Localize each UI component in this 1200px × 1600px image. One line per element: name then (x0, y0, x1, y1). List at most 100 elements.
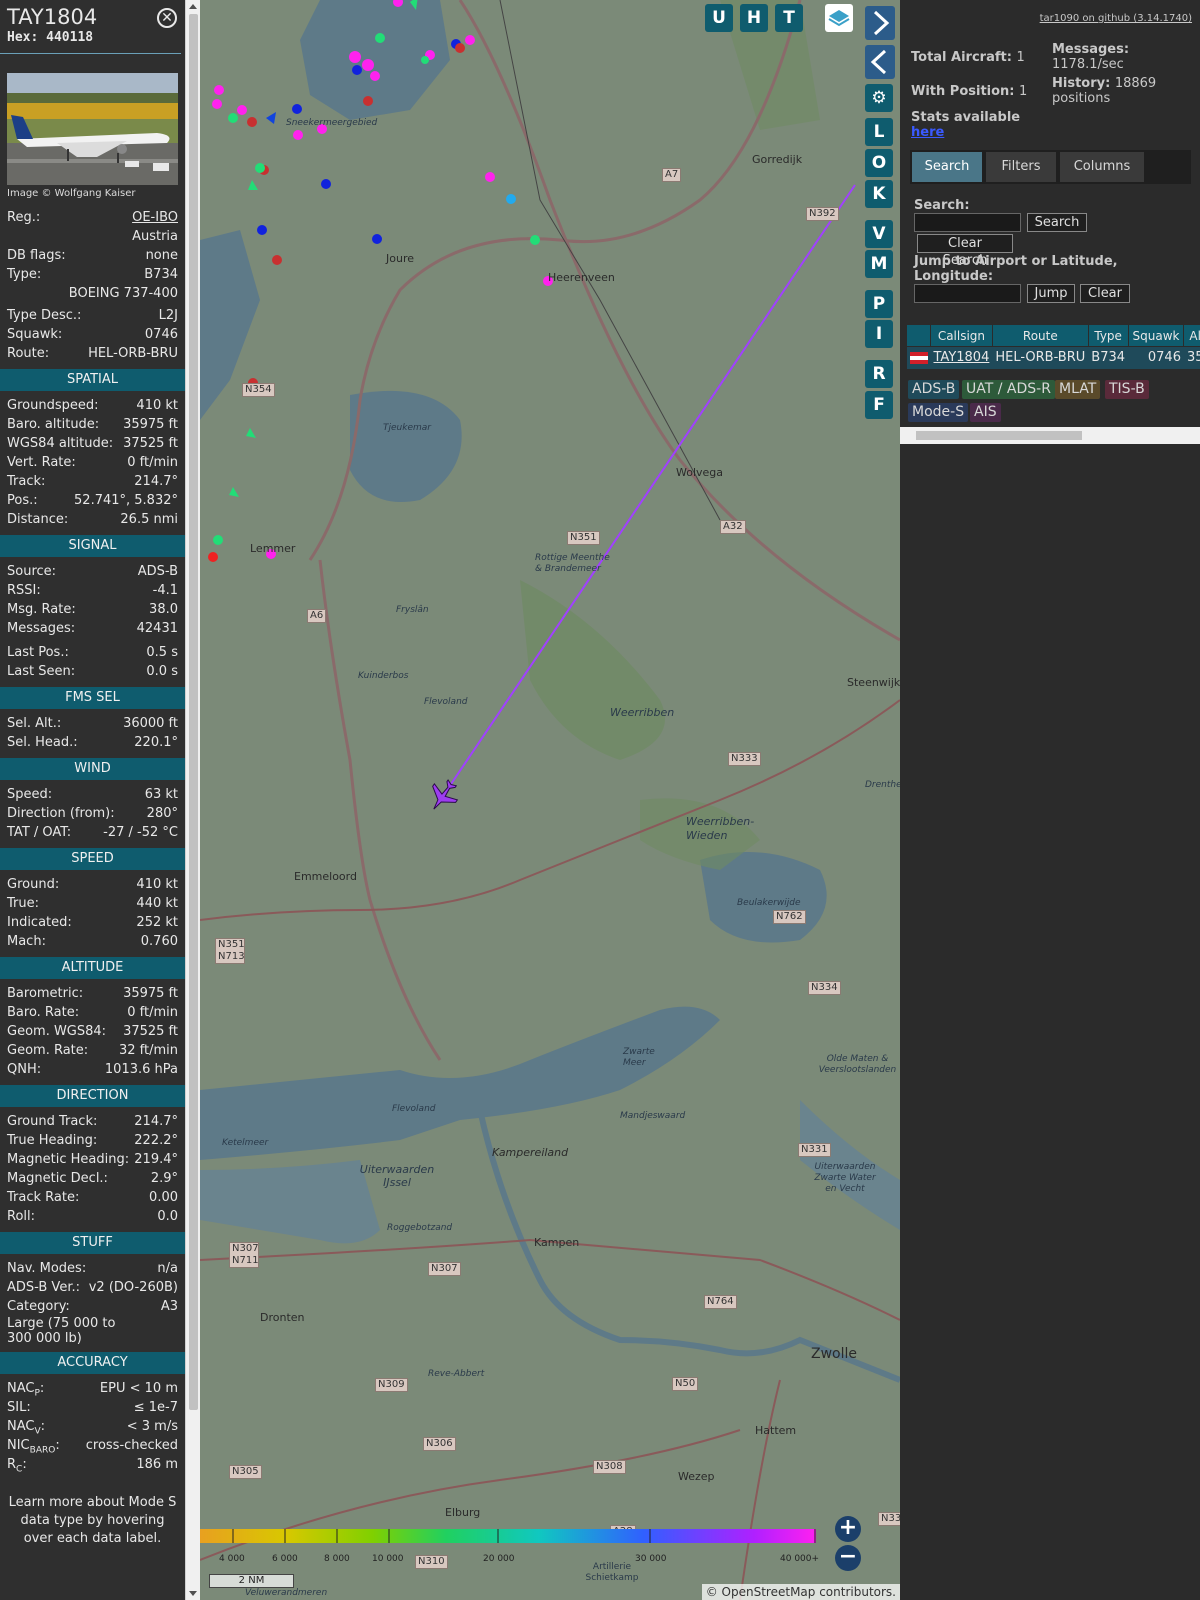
altitude-legend-label: 30 000 (635, 1554, 667, 1564)
stats-available-label: Stats available (911, 110, 1021, 125)
info-label: Geom. Rate: (7, 1043, 89, 1058)
source-badge-ais: AIS (970, 403, 1001, 422)
scrollbar-thumb[interactable] (189, 14, 198, 1410)
scroll-down-icon[interactable] (189, 1591, 197, 1596)
clear-search-button[interactable]: Clear Search (917, 234, 1013, 268)
info-label: Roll: (7, 1209, 36, 1224)
dbflags-row: DB flags: none (0, 246, 185, 265)
info-value: 36000 ft (123, 716, 178, 731)
search-button[interactable]: Search (1027, 213, 1087, 232)
col-flag[interactable] (906, 324, 931, 347)
row-callsign[interactable]: TAY1804 (930, 346, 993, 369)
table-row[interactable]: TAY1804 HEL-ORB-BRU B734 0746 359 (906, 346, 1200, 369)
aircraft-photo[interactable] (7, 73, 178, 185)
info-value: EPU < 10 m (99, 1381, 178, 1396)
zoom-out-button[interactable]: − (835, 1545, 861, 1571)
info-label: SIL: (7, 1400, 31, 1415)
col-squawk[interactable]: Squawk (1127, 324, 1185, 347)
info-row: ADS-B Ver.: v2 (DO-260B) (0, 1278, 185, 1297)
tab-search[interactable]: Search (912, 152, 982, 182)
info-label: Distance: (7, 512, 69, 527)
map-button-r[interactable]: R (865, 360, 893, 388)
col-type[interactable]: Type (1087, 324, 1129, 347)
expand-right-icon[interactable] (865, 6, 895, 40)
info-label: QNH: (7, 1062, 42, 1077)
place-label: Emmeloord (294, 870, 357, 883)
table-horizontal-scrollbar[interactable] (900, 427, 1200, 444)
selected-callsign: TAY1804 (7, 5, 98, 29)
sidebar-tabs: Search Filters Columns (910, 150, 1191, 184)
map-attribution[interactable]: © OpenStreetMap contributors. (701, 1584, 900, 1600)
map-button-f[interactable]: F (865, 391, 893, 419)
col-alt[interactable]: Alt. (1183, 324, 1200, 347)
road-shield: N308 (593, 1460, 626, 1474)
settings-gear-icon[interactable]: ⚙ (865, 84, 893, 112)
info-label: Ground: (7, 877, 60, 892)
area-label: Roggebotzand (387, 1223, 453, 1233)
tab-filters[interactable]: Filters (986, 152, 1056, 182)
info-value: HEL-ORB-BRU (88, 346, 178, 361)
messages-value: 1178.1/sec (1052, 57, 1124, 72)
place-label: Steenwijk (847, 676, 900, 689)
jump-button[interactable]: Jump (1027, 284, 1075, 303)
map-canvas[interactable]: Joure Heerenveen Gorredijk Wolvega Lemme… (200, 0, 900, 1600)
info-label: Magnetic Decl.: (7, 1171, 108, 1186)
with-position-value: 1 (1019, 84, 1028, 99)
place-label: Wolvega (676, 466, 724, 479)
close-icon[interactable]: ✕ (157, 8, 177, 28)
map-button-m[interactable]: M (865, 250, 893, 278)
map-button-v[interactable]: V (865, 220, 893, 248)
info-value: 440 kt (136, 896, 178, 911)
map-button-t[interactable]: T (775, 4, 803, 32)
registration-link[interactable]: OE-IBO (132, 208, 178, 227)
scroll-up-icon[interactable] (189, 4, 197, 9)
github-link[interactable]: tar1090 on github (3.14.1740) (1040, 13, 1192, 24)
altitude-legend-label: 6 000 (272, 1554, 298, 1564)
jump-input[interactable] (914, 284, 1021, 303)
aircraft-table: Callsign Route Type Squawk Alt. TAY1804 … (906, 324, 1200, 369)
place-label: Zwolle (811, 1346, 857, 1362)
info-label: Indicated: (7, 915, 72, 930)
info-value: n/a (157, 1261, 178, 1276)
with-position: With Position: 1 (911, 84, 1027, 99)
tab-columns[interactable]: Columns (1060, 152, 1144, 182)
area-label: Drenthe (865, 780, 900, 790)
info-value: 38.0 (149, 602, 178, 617)
map-button-u[interactable]: U (705, 4, 733, 32)
collapse-left-icon[interactable] (865, 45, 895, 79)
info-panel-scrollbar[interactable] (185, 0, 200, 1600)
area-label: Artillerie Schietkamp (585, 1562, 639, 1583)
map-background (200, 0, 900, 1600)
road-shield: N305 (229, 1465, 262, 1479)
info-value: 0.0 s (146, 664, 178, 679)
map-button-p[interactable]: P (865, 290, 893, 318)
info-value: 26.5 nmi (120, 512, 178, 527)
info-value: B734 (144, 267, 178, 282)
map-button-i[interactable]: I (865, 320, 893, 348)
search-input[interactable] (914, 213, 1021, 232)
place-label: Flevoland (424, 697, 468, 707)
stats-link[interactable]: here (911, 125, 944, 140)
total-aircraft-value: 1 (1016, 50, 1025, 65)
clear-button[interactable]: Clear (1080, 284, 1130, 303)
info-value: 214.7° (134, 474, 178, 489)
col-route[interactable]: Route (991, 324, 1089, 347)
flag-icon (906, 346, 931, 369)
zoom-in-button[interactable]: + (835, 1516, 861, 1542)
source-badge-mlat: MLAT (1055, 380, 1101, 399)
map-button-k[interactable]: K (865, 180, 893, 208)
info-value: 219.4° (134, 1152, 178, 1167)
map-button-h[interactable]: H (740, 4, 768, 32)
map-button-o[interactable]: O (865, 149, 893, 177)
total-aircraft: Total Aircraft: 1 (911, 50, 1025, 65)
info-row: Nav. Modes: n/a (0, 1259, 185, 1278)
scrollbar-thumb[interactable] (916, 431, 1082, 440)
col-callsign[interactable]: Callsign (930, 324, 993, 347)
layers-icon[interactable] (825, 4, 853, 32)
info-value: 63 kt (144, 787, 178, 802)
info-label: Last Seen: (7, 664, 76, 679)
road-shield: N334 (808, 981, 841, 995)
road-shield: N351 N713 (215, 938, 245, 964)
info-value: 1013.6 hPa (104, 1062, 178, 1077)
map-button-l[interactable]: L (865, 118, 893, 146)
